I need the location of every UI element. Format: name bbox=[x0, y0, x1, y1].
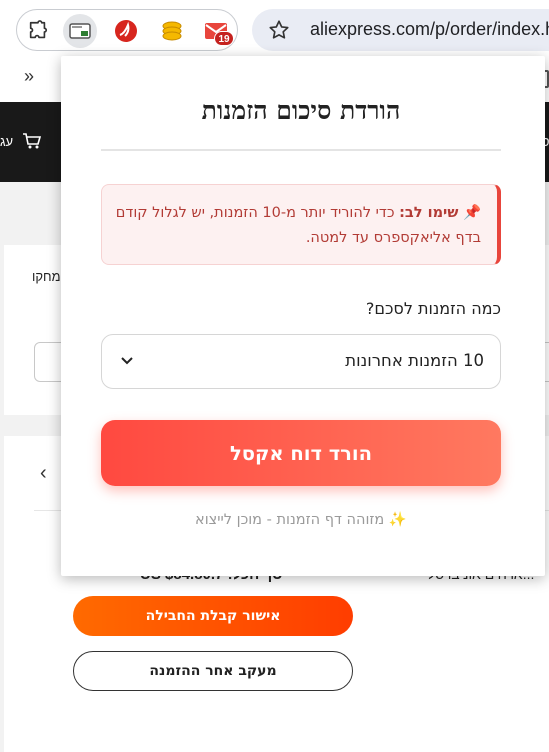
bookmark-star-icon[interactable] bbox=[268, 19, 290, 41]
confirm-receipt-button[interactable]: אישור קבלת החבילה bbox=[73, 596, 353, 636]
extensions-bar: 19 bbox=[16, 9, 238, 51]
pin-icon: 📌 bbox=[462, 205, 481, 221]
mail-badge: 19 bbox=[214, 31, 234, 46]
order-summary-extension-icon[interactable] bbox=[63, 14, 97, 48]
download-excel-button[interactable]: הורד דוח אקסל bbox=[101, 420, 501, 486]
cart-icon[interactable] bbox=[22, 132, 42, 150]
status-text: מזוהה דף הזמנות - מוכן לייצוא bbox=[195, 512, 385, 528]
select-value: 10 הזמנות אחרונות bbox=[345, 351, 484, 370]
chevron-left-icon[interactable]: ‹ bbox=[40, 462, 47, 485]
extension-popup: הורדת סיכום הזמנות 📌 שימו לב: כדי להוריד… bbox=[61, 56, 545, 576]
title-divider bbox=[101, 149, 501, 151]
browser-toolbar: 19 aliexpress.com/p/order/index.ht bbox=[0, 0, 549, 60]
address-bar[interactable]: aliexpress.com/p/order/index.ht bbox=[252, 9, 549, 51]
filter-label: מחקו bbox=[32, 269, 61, 284]
notice-alert: 📌 שימו לב: כדי להוריד יותר מ-10 הזמנות, … bbox=[101, 184, 501, 265]
bookmarks-overflow-button[interactable]: » bbox=[24, 66, 34, 87]
orders-count-select[interactable]: 10 הזמנות אחרונות bbox=[101, 334, 501, 389]
header-left-text[interactable]: עג bbox=[0, 134, 13, 149]
coins-extension-icon[interactable] bbox=[155, 14, 189, 48]
extensions-puzzle-icon[interactable] bbox=[21, 14, 55, 48]
sparkles-icon: ✨ bbox=[388, 512, 407, 528]
status-message: ✨ מזוהה דף הזמנות - מוכן לייצוא bbox=[101, 511, 501, 528]
chevron-down-icon bbox=[121, 357, 133, 365]
popup-title: הורדת סיכום הזמנות bbox=[201, 96, 401, 125]
track-order-button[interactable]: מעקב אחר ההזמנה bbox=[73, 651, 353, 691]
url-text: aliexpress.com/p/order/index.ht bbox=[310, 19, 549, 39]
red-extension-icon[interactable] bbox=[109, 14, 143, 48]
mail-extension-icon[interactable]: 19 bbox=[199, 14, 234, 48]
alert-label: שימו לב: bbox=[399, 205, 459, 221]
orders-count-label: כמה הזמנות לסכם? bbox=[365, 299, 501, 318]
